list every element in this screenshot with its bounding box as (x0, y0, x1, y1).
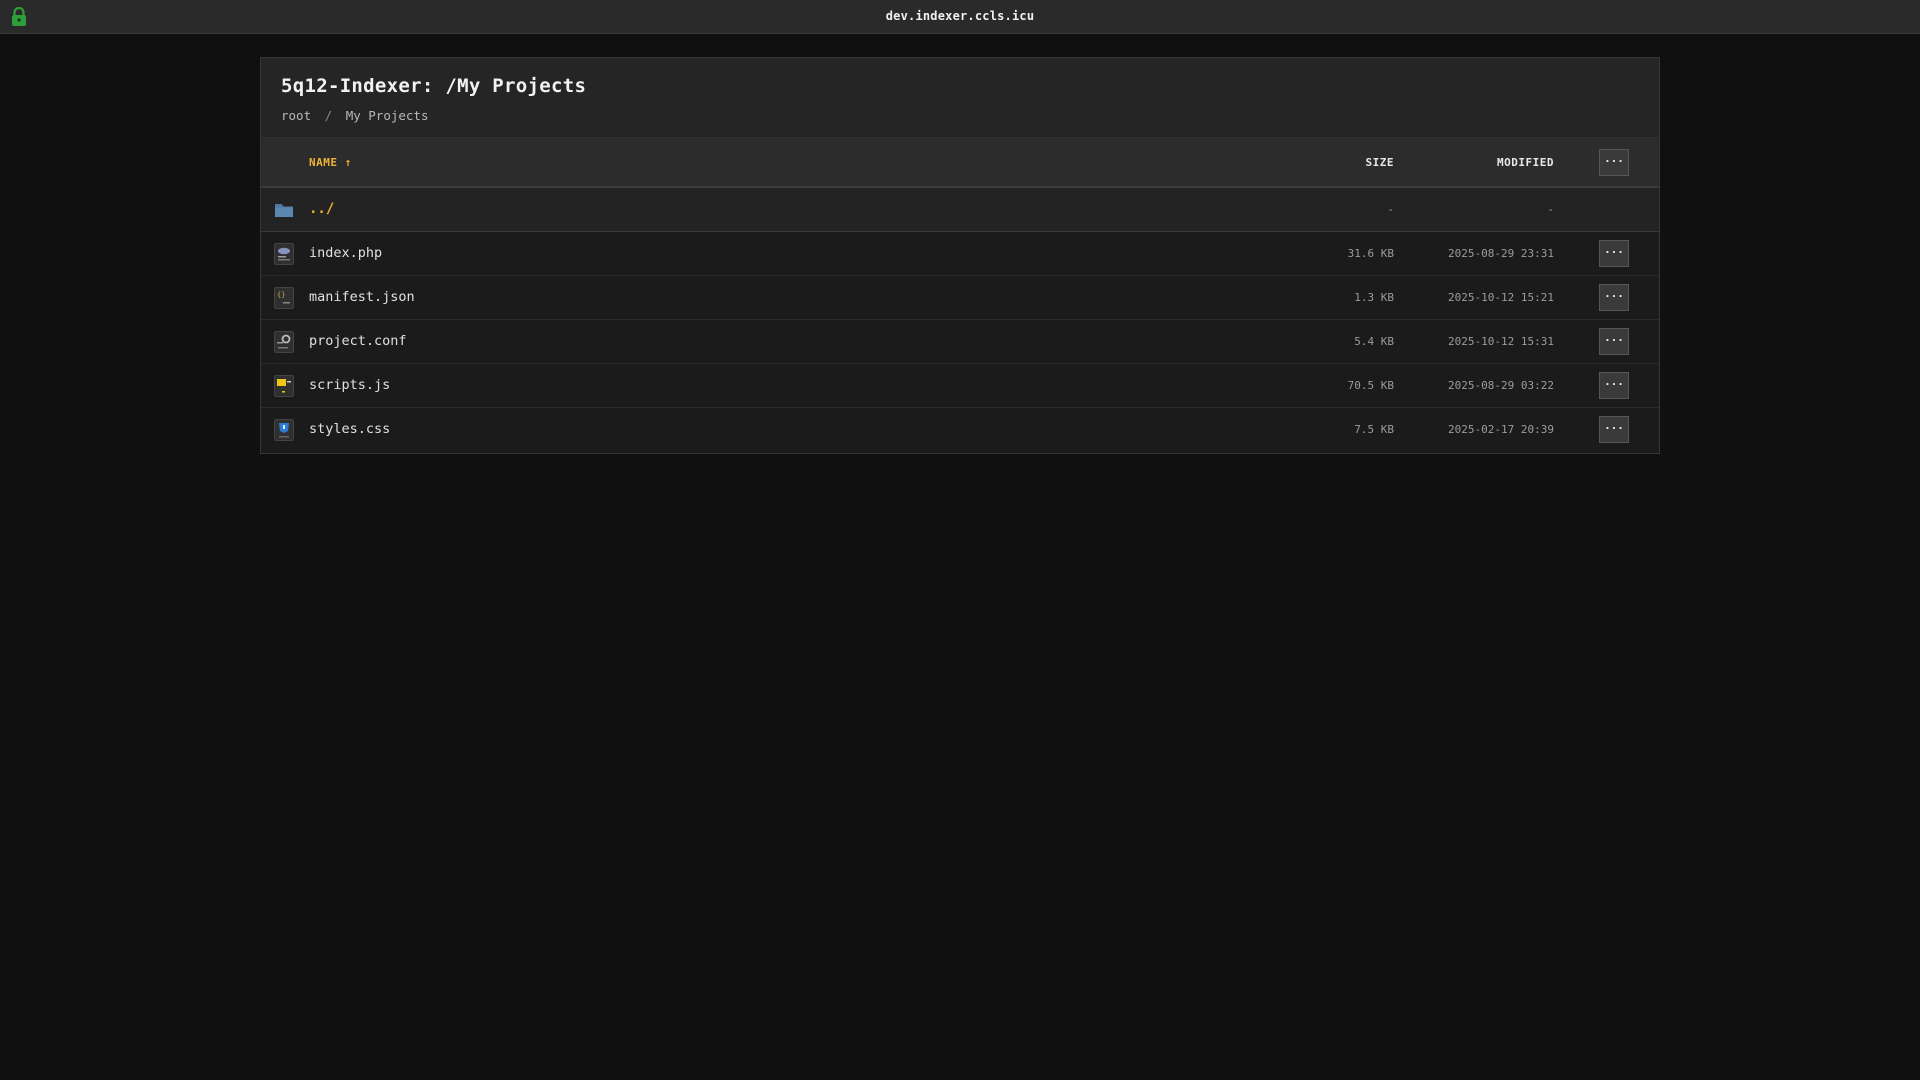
css-file-icon (274, 419, 294, 441)
parent-directory-row[interactable]: ../ - - (261, 188, 1659, 232)
file-modified: - (1547, 203, 1554, 216)
file-size: 70.5 KB (1347, 379, 1394, 392)
parent-directory-link[interactable]: ../ (309, 188, 334, 231)
file-name[interactable]: project.conf (309, 320, 407, 363)
file-size: 1.3 KB (1354, 291, 1394, 304)
table-row[interactable]: styles.css 7.5 KB 2025-02-17 20:39 ··· (261, 408, 1659, 452)
file-size: - (1387, 203, 1394, 216)
table-header: NAME ↑ SIZE MODIFIED ··· (261, 138, 1659, 188)
folder-icon (275, 204, 293, 217)
row-options-button[interactable]: ··· (1599, 416, 1629, 443)
json-file-icon: {} (274, 287, 294, 309)
row-options-button[interactable]: ··· (1599, 328, 1629, 355)
file-name[interactable]: manifest.json (309, 276, 415, 319)
file-size: 5.4 KB (1354, 335, 1394, 348)
file-modified: 2025-10-12 15:21 (1448, 291, 1554, 304)
host-label: dev.indexer.ccls.icu (885, 9, 1035, 23)
table-row[interactable]: scripts.js 70.5 KB 2025-08-29 03:22 ··· (261, 364, 1659, 408)
php-file-icon (274, 243, 294, 265)
row-options-button[interactable]: ··· (1599, 372, 1629, 399)
column-modified-sort[interactable]: MODIFIED (1497, 138, 1554, 188)
svg-text:{}: {} (277, 291, 285, 299)
js-file-icon (274, 375, 294, 397)
file-modified: 2025-10-12 15:31 (1448, 335, 1554, 348)
file-modified: 2025-02-17 20:39 (1448, 423, 1554, 436)
table-row[interactable]: index.php 31.6 KB 2025-08-29 23:31 ··· (261, 232, 1659, 276)
breadcrumb: root / My Projects (281, 108, 429, 123)
file-size: 31.6 KB (1347, 247, 1394, 260)
file-size: 7.5 KB (1354, 423, 1394, 436)
listing-header: 5q12-Indexer: /My Projects root / My Pro… (261, 58, 1659, 138)
file-name[interactable]: index.php (309, 232, 382, 275)
file-name[interactable]: scripts.js (309, 364, 390, 407)
table-row[interactable]: project.conf 5.4 KB 2025-10-12 15:31 ··· (261, 320, 1659, 364)
column-name-sort[interactable]: NAME ↑ (309, 138, 352, 188)
breadcrumb-root[interactable]: root (281, 108, 311, 123)
file-name[interactable]: styles.css (309, 408, 390, 451)
table-row[interactable]: {} manifest.json 1.3 KB 2025-10-12 15:21… (261, 276, 1659, 320)
file-listing-panel: 5q12-Indexer: /My Projects root / My Pro… (260, 57, 1660, 454)
row-options-button[interactable]: ··· (1599, 240, 1629, 267)
breadcrumb-current[interactable]: My Projects (346, 108, 429, 123)
row-options-button[interactable]: ··· (1599, 284, 1629, 311)
column-size-sort[interactable]: SIZE (1366, 138, 1395, 188)
config-file-icon (274, 331, 294, 353)
file-modified: 2025-08-29 23:31 (1448, 247, 1554, 260)
breadcrumb-separator: / (324, 108, 333, 123)
file-modified: 2025-08-29 03:22 (1448, 379, 1554, 392)
header-options-button[interactable]: ··· (1599, 149, 1629, 176)
page-title: 5q12-Indexer: /My Projects (281, 75, 587, 97)
browser-top-bar: dev.indexer.ccls.icu (0, 0, 1920, 34)
